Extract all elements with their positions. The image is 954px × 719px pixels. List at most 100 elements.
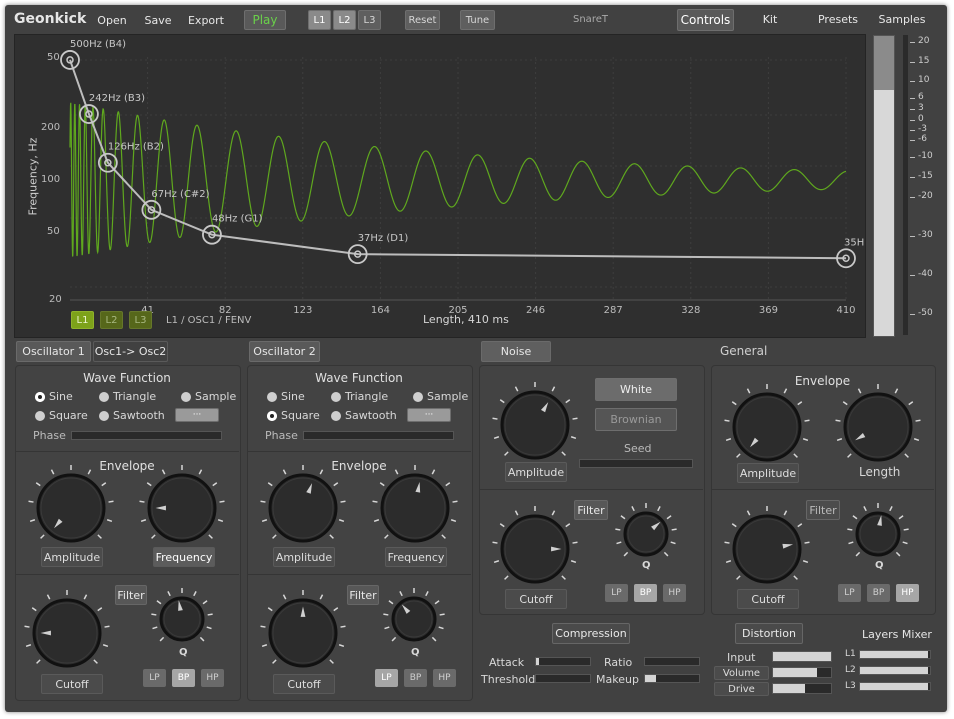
filter-type-bp[interactable]: BP (172, 669, 195, 687)
cutoff-knob[interactable] (256, 586, 350, 680)
amplitude-knob[interactable] (256, 461, 350, 555)
tab-oscillator-2[interactable]: Oscillator 2 (249, 341, 320, 362)
tab-samples[interactable]: Samples (872, 10, 932, 28)
reset-button[interactable]: Reset (405, 10, 440, 30)
filter-type-hp[interactable]: HP (433, 669, 456, 687)
filter-type-lp[interactable]: LP (605, 584, 628, 602)
meter-tick (910, 236, 915, 237)
filter-type-hp[interactable]: HP (201, 669, 224, 687)
mixer-l1-slider[interactable] (859, 650, 931, 659)
wave-radio-square[interactable] (35, 411, 45, 421)
export-button[interactable]: Export (183, 11, 229, 29)
cutoff-knob[interactable] (20, 586, 114, 680)
play-button[interactable]: Play (244, 10, 286, 30)
general-q-knob[interactable] (843, 499, 913, 569)
mixer-l3-slider[interactable] (859, 682, 931, 691)
meter-tick (910, 62, 915, 63)
open-button[interactable]: Open (90, 11, 134, 29)
white-noise-button[interactable]: White (595, 378, 677, 401)
general-cutoff-knob[interactable] (720, 502, 814, 596)
seed-label: Seed (624, 442, 652, 455)
meter-tick (910, 275, 915, 276)
envelope-editor[interactable]: 500Hz (B4) 242Hz (B3) 126Hz (B2) 67Hz (C#2)… (14, 34, 866, 338)
noise-amplitude-knob[interactable] (488, 378, 582, 472)
section-divider (15, 574, 239, 575)
attack-label: Attack (489, 656, 525, 669)
noise-cutoff-knob[interactable] (488, 502, 582, 596)
tab-controls[interactable]: Controls (677, 9, 734, 31)
brownian-noise-button[interactable]: Brownian (595, 408, 677, 431)
volume-slider[interactable] (772, 667, 832, 678)
wave-radio-sample[interactable] (181, 392, 191, 402)
filter-type-lp[interactable]: LP (375, 669, 398, 687)
env-layer-l1[interactable]: L1 (71, 311, 94, 329)
layer-button-l3[interactable]: L3 (358, 10, 381, 30)
envelope-graph[interactable]: 500Hz (B4) 242Hz (B3) 126Hz (B2) 67Hz (C#2)… (15, 35, 865, 337)
ratio-slider[interactable] (644, 657, 700, 666)
general-filter-type-lp[interactable]: LP (838, 584, 861, 602)
general-filter-type-bp[interactable]: BP (867, 584, 890, 602)
general-title: General (720, 344, 768, 358)
meter-scale-label: 3 (918, 103, 924, 113)
wave-radio-sawtooth[interactable] (331, 411, 341, 421)
frequency-knob[interactable] (368, 461, 462, 555)
general-length-knob[interactable] (831, 380, 925, 474)
ratio-label: Ratio (604, 656, 633, 669)
wave-radio-triangle[interactable] (331, 392, 341, 402)
meter-scale-label: -10 (918, 151, 933, 161)
filter-toggle[interactable]: Filter (115, 585, 147, 605)
drive-slider[interactable] (772, 683, 832, 694)
phase-slider[interactable] (71, 431, 222, 440)
makeup-slider[interactable] (644, 674, 700, 683)
drive-label: Drive (714, 682, 769, 696)
wave-radio-triangle[interactable] (99, 392, 109, 402)
tab-oscillator-1[interactable]: Oscillator 1 (16, 341, 91, 362)
frequency-knob[interactable] (135, 461, 229, 555)
tab-kit[interactable]: Kit (750, 10, 790, 28)
sample-browse-button[interactable]: ··· (175, 408, 219, 422)
env-layer-l3[interactable]: L3 (129, 311, 152, 329)
q-knob[interactable] (147, 584, 217, 654)
meter-scale-label: -30 (918, 230, 933, 240)
filter-type-hp[interactable]: HP (663, 584, 686, 602)
filter-toggle[interactable]: Filter (347, 585, 379, 605)
amplitude-knob[interactable] (24, 461, 118, 555)
x-tick: 369 (759, 305, 778, 316)
wave-radio-sine[interactable] (35, 392, 45, 402)
wave-radio-sample[interactable] (413, 392, 423, 402)
filter-type-lp[interactable]: LP (143, 669, 166, 687)
seed-slider[interactable] (579, 459, 693, 468)
filter-type-bp[interactable]: BP (404, 669, 427, 687)
phase-slider[interactable] (303, 431, 454, 440)
wave-radio-sine[interactable] (267, 392, 277, 402)
layer-button-l1[interactable]: L1 (308, 10, 331, 30)
meter-tick (910, 130, 915, 131)
compression-title[interactable]: Compression (552, 623, 630, 644)
volume-label: Volume (714, 666, 769, 680)
save-button[interactable]: Save (138, 11, 178, 29)
input-slider[interactable] (772, 651, 832, 662)
distortion-title[interactable]: Distortion (735, 623, 803, 644)
mixer-l1-label: L1 (845, 649, 856, 659)
sample-browse-button[interactable]: ··· (407, 408, 451, 422)
tab-noise[interactable]: Noise (481, 341, 551, 362)
tab-presets[interactable]: Presets (810, 10, 866, 28)
env-layer-l2[interactable]: L2 (100, 311, 123, 329)
general-amplitude-knob[interactable] (720, 380, 814, 474)
wave-label-sine: Sine (49, 390, 73, 403)
noise-q-knob[interactable] (611, 499, 681, 569)
general-filter-type-hp[interactable]: HP (896, 584, 919, 602)
wave-radio-square[interactable] (267, 411, 277, 421)
threshold-slider[interactable] (535, 674, 591, 683)
mixer-l2-slider[interactable] (859, 666, 931, 675)
tune-button[interactable]: Tune (460, 10, 495, 30)
layer-button-l2[interactable]: L2 (333, 10, 356, 30)
q-knob[interactable] (379, 584, 449, 654)
app-window: Geonkick Open Save Export Play L1 L2 L3 … (5, 5, 947, 712)
wave-radio-sawtooth[interactable] (99, 411, 109, 421)
x-tick: 410 (836, 305, 855, 316)
attack-slider[interactable] (535, 657, 591, 666)
filter-type-bp[interactable]: BP (634, 584, 657, 602)
envelope-point-label: 500Hz (B4) (70, 39, 126, 50)
tab-osc1-to-osc2[interactable]: Osc1-> Osc2 (93, 341, 168, 362)
